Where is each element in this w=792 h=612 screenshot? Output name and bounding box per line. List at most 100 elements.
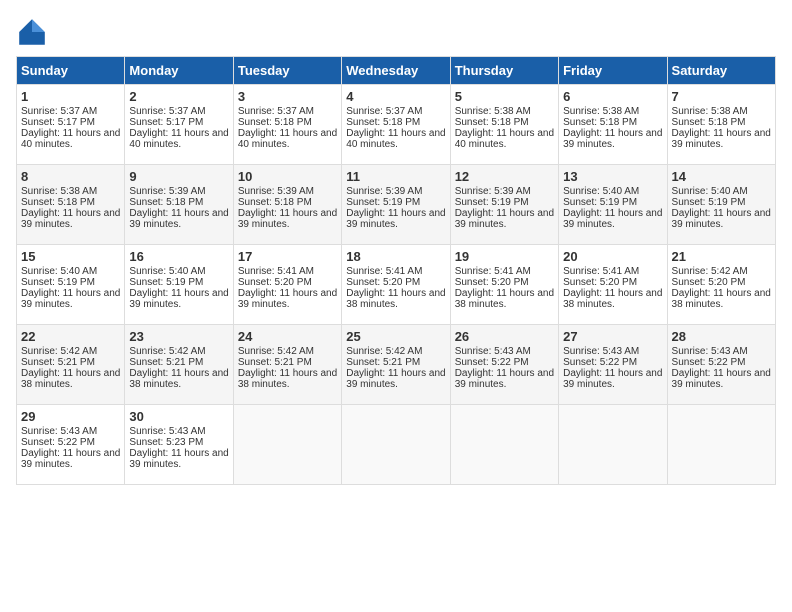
sunrise-label: Sunrise: 5:37 AM xyxy=(346,106,422,117)
sunset-label: Sunset: 5:22 PM xyxy=(21,437,95,448)
day-header-wednesday: Wednesday xyxy=(342,57,450,85)
sunrise-label: Sunrise: 5:42 AM xyxy=(672,266,748,277)
sunrise-label: Sunrise: 5:43 AM xyxy=(455,346,531,357)
calendar-cell: 1 Sunrise: 5:37 AM Sunset: 5:17 PM Dayli… xyxy=(17,85,125,165)
calendar-cell: 6 Sunrise: 5:38 AM Sunset: 5:18 PM Dayli… xyxy=(559,85,667,165)
day-number: 1 xyxy=(21,89,120,104)
calendar-week-row: 1 Sunrise: 5:37 AM Sunset: 5:17 PM Dayli… xyxy=(17,85,776,165)
calendar-cell: 3 Sunrise: 5:37 AM Sunset: 5:18 PM Dayli… xyxy=(233,85,341,165)
calendar-cell: 8 Sunrise: 5:38 AM Sunset: 5:18 PM Dayli… xyxy=(17,165,125,245)
sunrise-label: Sunrise: 5:39 AM xyxy=(129,186,205,197)
calendar-cell xyxy=(667,405,775,485)
sunset-label: Sunset: 5:19 PM xyxy=(346,197,420,208)
daylight-label: Daylight: 11 hours and 38 minutes. xyxy=(672,288,771,310)
day-number: 30 xyxy=(129,409,228,424)
sunrise-label: Sunrise: 5:39 AM xyxy=(238,186,314,197)
sunset-label: Sunset: 5:18 PM xyxy=(455,117,529,128)
day-number: 16 xyxy=(129,249,228,264)
daylight-label: Daylight: 11 hours and 39 minutes. xyxy=(455,208,554,230)
calendar-cell: 2 Sunrise: 5:37 AM Sunset: 5:17 PM Dayli… xyxy=(125,85,233,165)
calendar-cell: 19 Sunrise: 5:41 AM Sunset: 5:20 PM Dayl… xyxy=(450,245,558,325)
calendar-cell: 11 Sunrise: 5:39 AM Sunset: 5:19 PM Dayl… xyxy=(342,165,450,245)
daylight-label: Daylight: 11 hours and 39 minutes. xyxy=(238,208,337,230)
sunset-label: Sunset: 5:20 PM xyxy=(455,277,529,288)
calendar-cell xyxy=(342,405,450,485)
sunset-label: Sunset: 5:19 PM xyxy=(21,277,95,288)
calendar-cell: 29 Sunrise: 5:43 AM Sunset: 5:22 PM Dayl… xyxy=(17,405,125,485)
sunrise-label: Sunrise: 5:43 AM xyxy=(21,426,97,437)
sunrise-label: Sunrise: 5:37 AM xyxy=(129,106,205,117)
sunset-label: Sunset: 5:19 PM xyxy=(672,197,746,208)
sunrise-label: Sunrise: 5:43 AM xyxy=(563,346,639,357)
day-number: 25 xyxy=(346,329,445,344)
daylight-label: Daylight: 11 hours and 40 minutes. xyxy=(21,128,120,150)
day-number: 13 xyxy=(563,169,662,184)
day-header-sunday: Sunday xyxy=(17,57,125,85)
sunset-label: Sunset: 5:18 PM xyxy=(563,117,637,128)
calendar-cell: 28 Sunrise: 5:43 AM Sunset: 5:22 PM Dayl… xyxy=(667,325,775,405)
sunset-label: Sunset: 5:21 PM xyxy=(238,357,312,368)
daylight-label: Daylight: 11 hours and 39 minutes. xyxy=(21,208,120,230)
sunrise-label: Sunrise: 5:38 AM xyxy=(563,106,639,117)
sunrise-label: Sunrise: 5:40 AM xyxy=(129,266,205,277)
calendar-cell xyxy=(450,405,558,485)
sunrise-label: Sunrise: 5:41 AM xyxy=(346,266,422,277)
calendar-cell: 17 Sunrise: 5:41 AM Sunset: 5:20 PM Dayl… xyxy=(233,245,341,325)
daylight-label: Daylight: 11 hours and 39 minutes. xyxy=(21,448,120,470)
sunset-label: Sunset: 5:21 PM xyxy=(346,357,420,368)
day-number: 5 xyxy=(455,89,554,104)
daylight-label: Daylight: 11 hours and 38 minutes. xyxy=(455,288,554,310)
sunrise-label: Sunrise: 5:40 AM xyxy=(672,186,748,197)
daylight-label: Daylight: 11 hours and 39 minutes. xyxy=(346,208,445,230)
day-number: 20 xyxy=(563,249,662,264)
calendar-cell: 24 Sunrise: 5:42 AM Sunset: 5:21 PM Dayl… xyxy=(233,325,341,405)
calendar-cell: 10 Sunrise: 5:39 AM Sunset: 5:18 PM Dayl… xyxy=(233,165,341,245)
sunset-label: Sunset: 5:22 PM xyxy=(455,357,529,368)
sunset-label: Sunset: 5:23 PM xyxy=(129,437,203,448)
sunset-label: Sunset: 5:17 PM xyxy=(129,117,203,128)
day-number: 29 xyxy=(21,409,120,424)
calendar-cell: 26 Sunrise: 5:43 AM Sunset: 5:22 PM Dayl… xyxy=(450,325,558,405)
daylight-label: Daylight: 11 hours and 40 minutes. xyxy=(455,128,554,150)
calendar-cell xyxy=(559,405,667,485)
day-number: 4 xyxy=(346,89,445,104)
calendar-cell: 22 Sunrise: 5:42 AM Sunset: 5:21 PM Dayl… xyxy=(17,325,125,405)
calendar-cell: 25 Sunrise: 5:42 AM Sunset: 5:21 PM Dayl… xyxy=(342,325,450,405)
sunrise-label: Sunrise: 5:37 AM xyxy=(238,106,314,117)
sunrise-label: Sunrise: 5:42 AM xyxy=(238,346,314,357)
day-header-thursday: Thursday xyxy=(450,57,558,85)
sunset-label: Sunset: 5:22 PM xyxy=(672,357,746,368)
sunrise-label: Sunrise: 5:40 AM xyxy=(563,186,639,197)
calendar-cell: 30 Sunrise: 5:43 AM Sunset: 5:23 PM Dayl… xyxy=(125,405,233,485)
daylight-label: Daylight: 11 hours and 39 minutes. xyxy=(21,288,120,310)
logo-icon xyxy=(16,16,48,48)
sunrise-label: Sunrise: 5:42 AM xyxy=(346,346,422,357)
daylight-label: Daylight: 11 hours and 39 minutes. xyxy=(129,208,228,230)
sunset-label: Sunset: 5:21 PM xyxy=(129,357,203,368)
day-number: 27 xyxy=(563,329,662,344)
day-number: 15 xyxy=(21,249,120,264)
day-number: 11 xyxy=(346,169,445,184)
daylight-label: Daylight: 11 hours and 38 minutes. xyxy=(346,288,445,310)
sunrise-label: Sunrise: 5:38 AM xyxy=(455,106,531,117)
sunset-label: Sunset: 5:20 PM xyxy=(238,277,312,288)
sunset-label: Sunset: 5:20 PM xyxy=(346,277,420,288)
daylight-label: Daylight: 11 hours and 40 minutes. xyxy=(346,128,445,150)
day-number: 8 xyxy=(21,169,120,184)
day-number: 7 xyxy=(672,89,771,104)
daylight-label: Daylight: 11 hours and 39 minutes. xyxy=(238,288,337,310)
daylight-label: Daylight: 11 hours and 38 minutes. xyxy=(238,368,337,390)
sunrise-label: Sunrise: 5:42 AM xyxy=(129,346,205,357)
daylight-label: Daylight: 11 hours and 39 minutes. xyxy=(455,368,554,390)
day-number: 14 xyxy=(672,169,771,184)
sunset-label: Sunset: 5:22 PM xyxy=(563,357,637,368)
daylight-label: Daylight: 11 hours and 40 minutes. xyxy=(129,128,228,150)
calendar-week-row: 15 Sunrise: 5:40 AM Sunset: 5:19 PM Dayl… xyxy=(17,245,776,325)
sunrise-label: Sunrise: 5:37 AM xyxy=(21,106,97,117)
day-header-friday: Friday xyxy=(559,57,667,85)
day-number: 10 xyxy=(238,169,337,184)
logo xyxy=(16,16,52,48)
sunset-label: Sunset: 5:18 PM xyxy=(238,197,312,208)
daylight-label: Daylight: 11 hours and 40 minutes. xyxy=(238,128,337,150)
daylight-label: Daylight: 11 hours and 38 minutes. xyxy=(129,368,228,390)
